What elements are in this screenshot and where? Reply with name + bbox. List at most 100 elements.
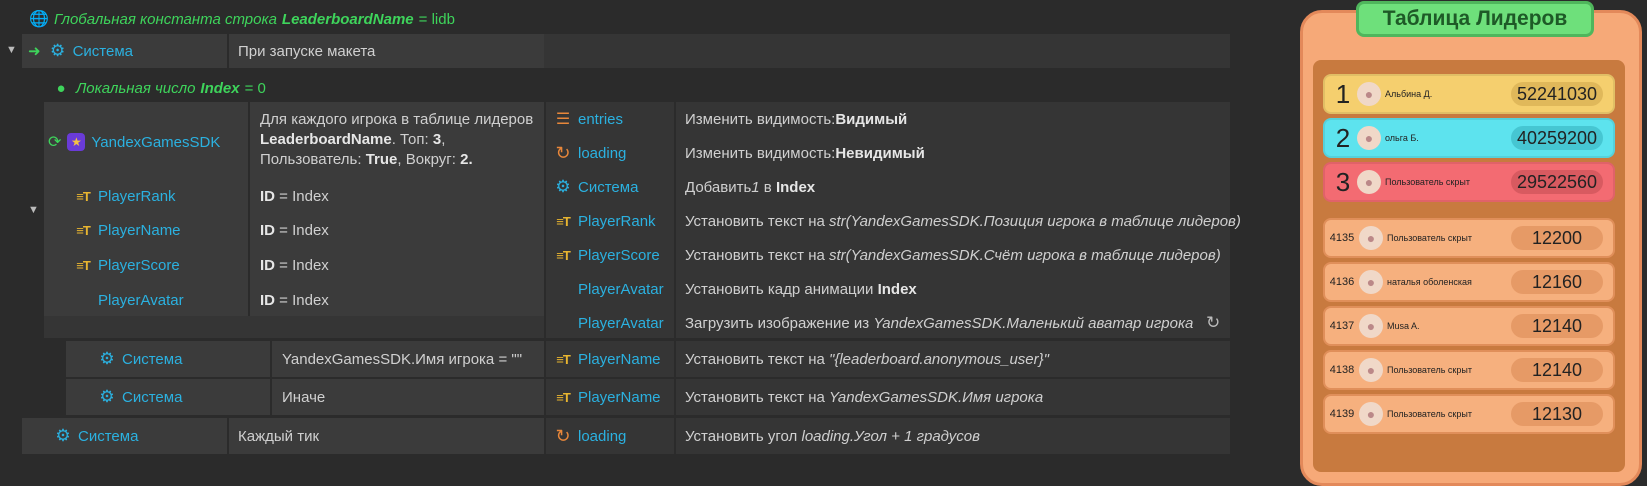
event-condition: YandexGamesSDK.Имя игрока = ""	[282, 350, 523, 368]
action-italic: YandexGamesSDK.Имя игрока	[829, 388, 1044, 406]
loading-icon: ↻	[555, 425, 571, 446]
action-bold: Index	[877, 280, 917, 298]
condition-value: = Index	[279, 256, 329, 274]
leaderboard-name: Пользователь скрыт	[1385, 177, 1470, 187]
action-text: Изменить видимость: Видимый	[685, 102, 907, 136]
foreach-around-label: , Вокруг:	[397, 151, 461, 168]
event-object: Система	[122, 388, 183, 406]
loop-icon: ⟳	[48, 134, 62, 151]
globe-icon: 🌐	[29, 11, 49, 28]
action-pre: Добавить	[685, 178, 752, 196]
leaderboard-row: 4137 ● Musa A. 12140	[1323, 306, 1615, 346]
action-text: Установить текст на YandexGamesSDK.Имя и…	[685, 379, 1043, 415]
condition-value: = Index	[279, 221, 329, 239]
tilemap-icon: ☰	[555, 111, 571, 128]
action-pre: Изменить видимость:	[685, 144, 836, 162]
foreach-top-label: . Топ:	[391, 131, 433, 148]
action-player-avatar-frame[interactable]: PlayerAvatar	[578, 272, 664, 306]
sub-event-else[interactable]: ⚙ Система Иначе ≡T PlayerName Установить…	[66, 379, 1230, 415]
local-variable-row[interactable]: ● Локальная число Index = 0	[52, 77, 266, 99]
gear-icon: ⚙	[99, 387, 115, 406]
action-player-rank-text[interactable]: ≡T PlayerRank	[554, 204, 656, 238]
collapse-arrow-icon[interactable]: ▼	[28, 204, 39, 216]
leaderboard-rank: 4136	[1329, 276, 1355, 288]
leaderboard-name: Пользователь скрыт	[1387, 233, 1472, 243]
leaderboard-rank: 4137	[1329, 320, 1355, 332]
event-row-every-tick[interactable]: ⚙ Система Каждый тик ↻ loading Установит…	[22, 418, 1230, 454]
event-row-start-of-layout[interactable]: ➜ ⚙ Система При запуске макета	[22, 34, 1230, 68]
action-object: PlayerRank	[578, 212, 656, 230]
avatar: ●	[1357, 126, 1381, 150]
global-variable-row[interactable]: 🌐 Глобальная константа строка Leaderboar…	[29, 8, 455, 30]
action-text: Изменить видимость: Невидимый	[685, 136, 925, 170]
sub-event-name-empty[interactable]: ⚙ Система YandexGamesSDK.Имя игрока = ""…	[66, 341, 1230, 377]
action-object: PlayerAvatar	[578, 314, 664, 332]
leaderboard-row: 2 ● ольга Б. 40259200	[1323, 118, 1615, 158]
action-object: PlayerScore	[578, 246, 660, 264]
leaderboard-name: Пользователь скрыт	[1387, 365, 1472, 375]
leaderboard-name: Пользователь скрыт	[1387, 409, 1472, 419]
condition-object: PlayerAvatar	[98, 291, 184, 309]
condition-key: ID	[260, 291, 275, 309]
foreach-event-block[interactable]: ⟳ ★ YandexGamesSDK Для каждого игрока в …	[44, 102, 1241, 340]
action-pre: Изменить видимость:	[685, 110, 836, 128]
action-italic: "{leaderboard.anonymous_user}"	[829, 350, 1049, 368]
event-object: Система	[122, 350, 183, 368]
avatar: ●	[1357, 170, 1381, 194]
action-player-name-anon[interactable]: ≡T PlayerName	[554, 341, 660, 377]
avatar: ●	[1359, 270, 1383, 294]
condition-player-score[interactable]: ≡T PlayerScore	[74, 248, 180, 282]
action-player-name-set[interactable]: ≡T PlayerName	[554, 379, 660, 415]
yandex-sdk-icon: ★	[67, 133, 86, 151]
action-pre: Установить текст на	[685, 388, 830, 406]
action-text: Установить угол loading.Угол + 1 градусо…	[685, 418, 980, 454]
leaderboard-score: 52241030	[1511, 82, 1603, 106]
location-pin-icon: ●	[56, 79, 66, 97]
action-system-add[interactable]: ⚙ Система	[554, 170, 638, 204]
condition-text: ID = Index	[260, 248, 329, 282]
action-loading-angle[interactable]: ↻ loading	[554, 418, 626, 454]
leaderboard-row: 3 ● Пользователь скрыт 29522560	[1323, 162, 1615, 202]
leaderboard-row: 4136 ● наталья оболенская 12160	[1323, 262, 1615, 302]
async-refresh-icon[interactable]: ↻	[1206, 306, 1220, 340]
avatar: ●	[1359, 314, 1383, 338]
local-value: = 0	[244, 79, 266, 97]
action-entries[interactable]: ☰ entries	[554, 102, 623, 136]
condition-player-name[interactable]: ≡T PlayerName	[74, 213, 181, 247]
action-text: Установить текст на "{leaderboard.anonym…	[685, 341, 1049, 377]
event-object: Система	[78, 427, 139, 445]
leaderboard-score: 12160	[1511, 270, 1603, 294]
leaderboard-rank: 2	[1335, 122, 1351, 153]
avatar: ●	[1357, 82, 1381, 106]
action-pre: Установить текст на	[685, 212, 830, 230]
text-object-icon: ≡T	[76, 188, 91, 204]
condition-key: ID	[260, 256, 275, 274]
foreach-top-value: 3	[432, 131, 442, 148]
foreach-object: YandexGamesSDK	[91, 133, 221, 151]
action-pre: Установить угол	[685, 427, 802, 445]
condition-value: = Index	[279, 291, 329, 309]
action-text: Установить кадр анимации Index	[685, 272, 917, 306]
action-loading-visibility[interactable]: ↻ loading	[554, 136, 626, 170]
text-object-icon: ≡T	[556, 389, 571, 405]
collapse-arrow-icon[interactable]: ▼	[6, 44, 17, 56]
text-object-icon: ≡T	[556, 351, 571, 367]
condition-player-avatar[interactable]: PlayerAvatar	[98, 283, 184, 317]
action-pre: Установить кадр анимации	[685, 280, 878, 298]
condition-object: PlayerName	[98, 221, 181, 239]
condition-player-rank[interactable]: ≡T PlayerRank	[74, 179, 175, 213]
event-condition: При запуске макета	[238, 42, 376, 60]
action-italic: str(YandexGamesSDK.Позиция игрока в табл…	[829, 212, 1241, 230]
action-bold: Видимый	[835, 110, 908, 128]
leaderboard-row: 4138 ● Пользователь скрыт 12140	[1323, 350, 1615, 390]
condition-object: PlayerScore	[98, 256, 180, 274]
condition-key: ID	[260, 187, 275, 205]
action-player-avatar-load[interactable]: PlayerAvatar	[578, 306, 664, 340]
action-player-score-text[interactable]: ≡T PlayerScore	[554, 238, 660, 272]
leaderboard-score: 12140	[1511, 358, 1603, 382]
foreach-line1: Для каждого игрока в таблице лидеров	[260, 111, 534, 128]
gear-icon: ⚙	[55, 426, 71, 445]
action-italic: str(YandexGamesSDK.Счёт игрока в таблице…	[829, 246, 1221, 264]
condition-text: ID = Index	[260, 283, 329, 317]
global-prefix: Глобальная константа строка	[54, 10, 277, 28]
